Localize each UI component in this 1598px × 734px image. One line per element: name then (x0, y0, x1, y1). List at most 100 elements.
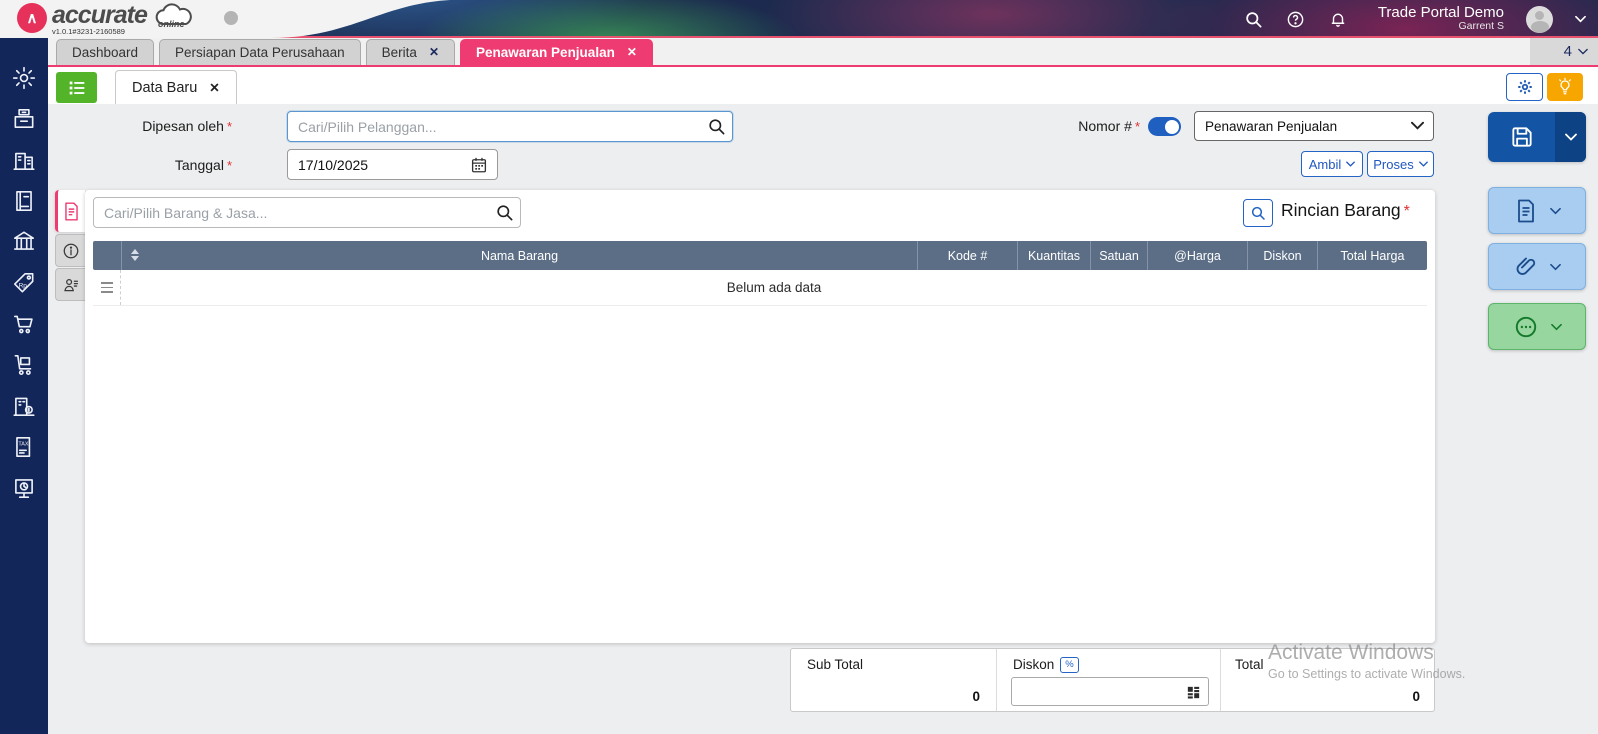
sort-icon[interactable] (131, 249, 139, 261)
total-section: Total 0 (1221, 649, 1434, 711)
tab-berita[interactable]: Berita ✕ (365, 38, 456, 65)
diskon-section: Diskon% (996, 649, 1221, 711)
report-icon[interactable] (11, 475, 37, 501)
version-text: v1.0.1#3231-2160589 (52, 27, 125, 36)
accurate-logo-icon: ∧ (17, 3, 47, 33)
inner-tab-label: Data Baru (132, 79, 198, 96)
side-tab-salesman[interactable] (55, 268, 85, 301)
chevron-down-icon[interactable] (1575, 15, 1586, 23)
logo-online-text: online (158, 19, 185, 29)
column-handle (93, 241, 121, 270)
subtotal-value: 0 (972, 689, 980, 704)
calendar-icon[interactable] (470, 156, 488, 174)
tab-data-baru[interactable]: Data Baru ✕ (115, 70, 237, 104)
section-title: Rincian Barang * (1281, 200, 1410, 220)
pricing-tag-icon[interactable]: Rp (11, 270, 37, 296)
logo-text: accurate (52, 1, 148, 29)
document-tab-bar: Dashboard Persiapan Data Perusahaan Beri… (48, 38, 1598, 67)
tax-document-icon[interactable]: TAX (11, 434, 37, 460)
items-panel: Rincian Barang* Nama Barang Kode # Kuant… (85, 190, 1435, 643)
account-info: Trade Portal Demo Garrent S (1378, 4, 1504, 33)
list-menu-button[interactable] (56, 72, 97, 103)
delivery-trolley-icon[interactable] (11, 352, 37, 378)
search-icon[interactable] (1244, 9, 1264, 29)
cash-register-icon[interactable] (11, 106, 37, 132)
search-icon[interactable] (707, 117, 726, 136)
column-kode[interactable]: Kode # (917, 241, 1017, 270)
empty-table-message: Belum ada data (726, 280, 822, 295)
chevron-down-icon (1418, 161, 1428, 167)
document-icon (65, 201, 78, 221)
date-input[interactable] (287, 149, 498, 180)
avatar[interactable] (1526, 5, 1553, 33)
calculator-icon[interactable] (1185, 684, 1202, 701)
app-sidebar: Rp TAX (0, 38, 48, 734)
open-tabs-count[interactable]: 4 (1530, 38, 1598, 65)
comment-button[interactable] (1488, 303, 1586, 350)
comment-ellipsis-icon (1515, 316, 1536, 337)
svg-text:TAX: TAX (18, 441, 29, 447)
tab-penawaran-penjualan[interactable]: Penawaran Penjualan ✕ (460, 38, 653, 65)
dipesan-oleh-label: Dipesan oleh * (142, 118, 232, 134)
decorative-dot (224, 11, 238, 25)
side-tab-document[interactable] (55, 190, 85, 232)
bank-icon[interactable] (11, 229, 37, 255)
close-icon[interactable]: ✕ (429, 45, 439, 59)
help-icon[interactable] (1286, 9, 1306, 29)
diskon-label: Diskon (1013, 657, 1055, 672)
close-icon[interactable]: ✕ (209, 80, 219, 95)
proses-button[interactable]: Proses (1367, 151, 1434, 177)
journal-icon[interactable] (11, 188, 37, 214)
save-button[interactable] (1488, 112, 1586, 162)
item-search-input[interactable] (93, 197, 521, 228)
side-tab-info[interactable] (55, 234, 85, 267)
attachment-button[interactable] (1488, 243, 1586, 290)
percent-badge[interactable]: % (1060, 657, 1079, 673)
search-icon[interactable] (495, 203, 514, 222)
tab-dashboard[interactable]: Dashboard (56, 38, 155, 65)
totals-bar: Sub Total 0 Diskon% Total 0 (790, 648, 1435, 712)
column-harga[interactable]: @Harga (1147, 241, 1247, 270)
search-icon (1251, 206, 1265, 220)
company-icon[interactable] (11, 147, 37, 173)
fixed-asset-icon[interactable] (11, 393, 37, 419)
save-dropdown-button[interactable] (1555, 112, 1586, 162)
subtotal-label: Sub Total (807, 657, 864, 672)
tanggal-label: Tanggal * (174, 157, 232, 173)
ambil-button[interactable]: Ambil (1301, 151, 1363, 177)
column-nama-barang[interactable]: Nama Barang (121, 241, 917, 270)
salesman-icon (63, 278, 78, 291)
column-total-harga[interactable]: Total Harga (1317, 241, 1427, 270)
items-table-header: Nama Barang Kode # Kuantitas Satuan @Har… (93, 241, 1427, 270)
save-floppy-icon (1511, 127, 1532, 147)
customer-search-input[interactable] (287, 111, 733, 142)
template-select-value: Penawaran Penjualan (1205, 118, 1338, 134)
column-kuantitas[interactable]: Kuantitas (1017, 241, 1090, 270)
column-diskon[interactable]: Diskon (1247, 241, 1317, 270)
required-mark: * (1134, 119, 1140, 134)
chevron-down-icon (1578, 48, 1588, 55)
tab-persiapan-data-perusahaan[interactable]: Persiapan Data Perusahaan (159, 38, 361, 65)
diskon-input[interactable] (1011, 677, 1209, 706)
required-mark: * (226, 158, 232, 173)
document-actions-button[interactable] (1488, 187, 1586, 234)
chevron-down-icon (1549, 207, 1561, 214)
chevron-down-icon (1564, 133, 1577, 141)
form-toolbar: Data Baru ✕ (48, 67, 1598, 104)
column-satuan[interactable]: Satuan (1090, 241, 1147, 270)
nomor-label: Nomor # * (1078, 118, 1140, 134)
form-settings-button[interactable] (1506, 73, 1543, 101)
chevron-down-icon (1411, 121, 1424, 130)
shopping-cart-icon[interactable] (11, 311, 37, 337)
lightbulb-icon (1559, 77, 1571, 95)
item-lookup-button[interactable] (1243, 199, 1273, 227)
drag-handle-icon[interactable] (93, 270, 121, 305)
notifications-icon[interactable] (1328, 9, 1348, 29)
settings-icon[interactable] (11, 65, 37, 91)
svg-text:Rp: Rp (19, 282, 28, 289)
nomor-toggle[interactable] (1148, 117, 1181, 136)
subtotal-section: Sub Total 0 (791, 649, 996, 711)
close-icon[interactable]: ✕ (627, 45, 637, 59)
tips-button[interactable] (1547, 73, 1583, 101)
template-select[interactable]: Penawaran Penjualan (1194, 111, 1434, 141)
